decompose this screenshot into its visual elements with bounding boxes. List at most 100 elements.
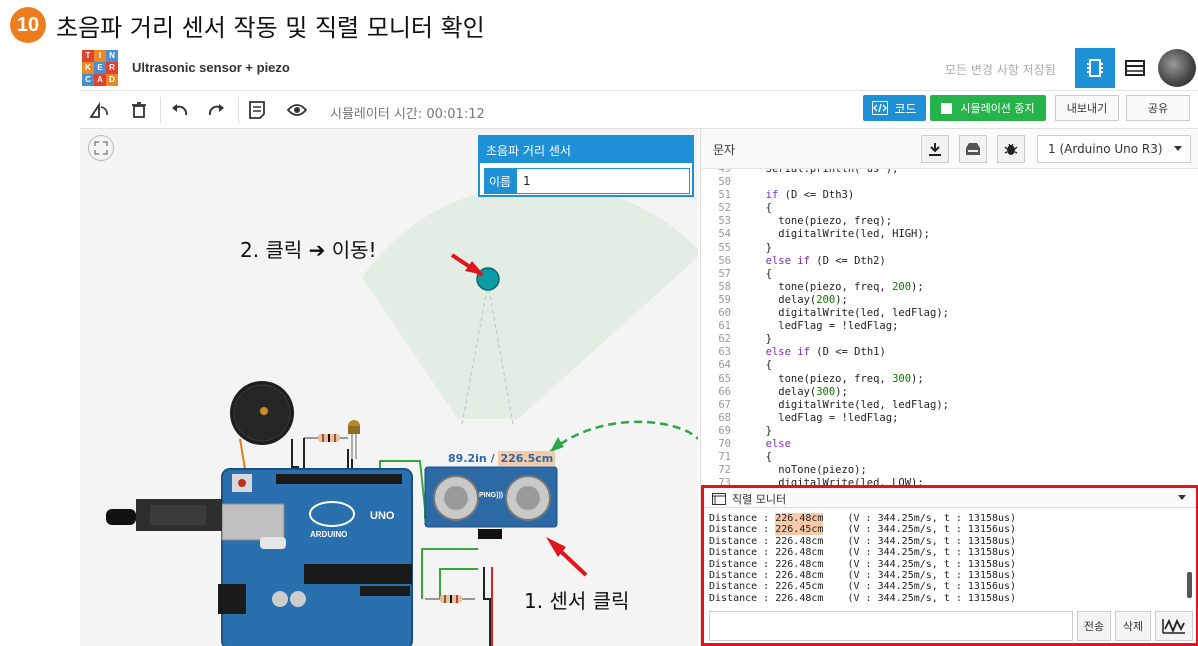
code-mode-label[interactable]: 문자 xyxy=(713,141,735,158)
code-line: 72 noTone(piezo); xyxy=(701,464,949,477)
download-button[interactable] xyxy=(921,135,949,163)
svg-text:UNO: UNO xyxy=(370,510,395,522)
serial-details: (V : 344.25m/s, t : 13158us) xyxy=(823,592,1017,604)
circuit-canvas[interactable]: UNO ARDUINO PING))) 89.2in / 226.5cm 초음파… xyxy=(80,129,698,646)
code-editor[interactable]: 49 Serial.println("us"); 50 51 if (D <= Dt… xyxy=(701,169,1198,485)
code-token: digitalWrite(led, LOW); xyxy=(753,477,924,485)
bug-icon xyxy=(1004,143,1018,155)
code-line: 71 { xyxy=(701,451,949,464)
graph-button[interactable] xyxy=(1155,611,1193,641)
waveform-icon xyxy=(1162,618,1185,634)
name-input[interactable]: 1 xyxy=(516,168,690,194)
code-line: 52 { xyxy=(701,202,949,215)
notes-button[interactable] xyxy=(242,95,272,125)
editor-toolbar: 시뮬레이터 시간: 00:01:12 코드 시뮬레이션 중지 내보내기 공유 xyxy=(80,91,1198,129)
line-number: 51 xyxy=(718,189,731,202)
user-avatar[interactable] xyxy=(1158,49,1196,87)
piezo-buzzer xyxy=(230,381,294,445)
serial-details: (V : 344.25m/s, t : 13158us) xyxy=(823,513,1017,524)
clear-button[interactable]: 삭제 xyxy=(1115,611,1151,641)
code-token: 200 xyxy=(892,280,912,293)
serial-details: (V : 344.25m/s, t : 13156us) xyxy=(823,524,1017,536)
download-icon xyxy=(929,143,941,156)
serial-distance-value: 226.45cm xyxy=(775,524,824,536)
board-select[interactable]: 1 (Arduino Uno R3) xyxy=(1037,135,1191,163)
export-button[interactable]: 내보내기 xyxy=(1055,95,1119,121)
redo-button[interactable] xyxy=(202,95,232,125)
rotate-button[interactable] xyxy=(84,95,114,125)
serial-monitor-title: 직렬 모니터 xyxy=(732,493,787,506)
code-token: else xyxy=(765,437,791,450)
screenshot-root: 10 초음파 거리 센서 작동 및 직렬 모니터 확인 TINKERCAD Ul… xyxy=(0,0,1198,646)
distance-separator: / xyxy=(486,452,499,465)
share-button[interactable]: 공유 xyxy=(1126,95,1190,121)
line-number: 56 xyxy=(718,254,731,267)
circuit-drawing: UNO ARDUINO PING))) xyxy=(106,183,698,646)
visibility-button[interactable] xyxy=(282,95,312,125)
code-token: 300 xyxy=(892,372,912,385)
debugger-button[interactable] xyxy=(997,135,1025,163)
line-number: 62 xyxy=(718,333,731,346)
board-select-value: 1 (Arduino Uno R3) xyxy=(1048,142,1163,156)
code-line: 67 digitalWrite(led, ledFlag); xyxy=(701,399,949,412)
code-token: (D <= Dth2) xyxy=(809,254,886,267)
send-button[interactable]: 전송 xyxy=(1077,611,1111,641)
distance-readout: 89.2in / 226.5cm xyxy=(448,451,556,466)
code-token: } xyxy=(753,424,772,437)
circuit-view-button[interactable] xyxy=(1075,48,1115,88)
logo-letter: K xyxy=(82,62,94,74)
serial-label: Distance : xyxy=(709,570,776,582)
resistor-led xyxy=(304,434,348,442)
code-line: 65 tone(piezo, freq, 300); xyxy=(701,373,949,386)
logo-letter: T xyxy=(82,50,94,62)
redo-icon xyxy=(209,104,224,116)
component-list-button[interactable] xyxy=(1115,48,1155,88)
distance-inches: 89.2in xyxy=(448,452,487,465)
serial-scrollbar[interactable] xyxy=(1187,572,1192,598)
serial-details: (V : 344.25m/s, t : 13158us) xyxy=(823,570,1017,582)
line-number: 69 xyxy=(718,424,731,437)
tinkercad-logo[interactable]: TINKERCAD xyxy=(82,50,118,86)
code-line: 59 delay(200); xyxy=(701,294,949,307)
project-name[interactable]: Ultrasonic sensor + piezo xyxy=(132,60,290,75)
stop-simulation-button[interactable]: 시뮬레이션 중지 xyxy=(930,95,1046,121)
code-token: tone(piezo, freq, xyxy=(753,372,893,385)
libraries-button[interactable] xyxy=(959,135,987,163)
serial-details: (V : 344.25m/s, t : 13158us) xyxy=(823,535,1017,547)
component-properties-panel: 초음파 거리 센서 이름 1 xyxy=(478,135,694,197)
code-token: tone(piezo, freq, xyxy=(753,280,893,293)
line-number: 58 xyxy=(718,280,731,293)
annotation-click-sensor: 1. 센서 클릭 xyxy=(524,589,630,613)
serial-line: Distance : 226.48cm (V : 344.25m/s, t : … xyxy=(709,513,1016,524)
serial-distance-value: 226.48cm xyxy=(775,547,824,559)
code-token: ledFlag = !ledFlag; xyxy=(753,411,899,424)
trash-icon xyxy=(132,102,146,118)
chevron-down-icon[interactable] xyxy=(1178,495,1186,500)
serial-label: Distance : xyxy=(709,558,776,570)
code-token: { xyxy=(753,267,772,280)
undo-button[interactable] xyxy=(164,95,194,125)
step-badge: 10 xyxy=(10,7,46,43)
code-token: tone(piezo, freq); xyxy=(753,215,893,228)
undo-icon xyxy=(172,104,187,116)
serial-input[interactable] xyxy=(709,611,1073,641)
line-number: 54 xyxy=(718,228,731,241)
logo-letter: A xyxy=(94,74,106,86)
line-number: 71 xyxy=(718,451,731,464)
serial-monitor-header[interactable]: 직렬 모니터 xyxy=(704,488,1196,508)
stop-simulation-label: 시뮬레이션 중지 xyxy=(960,102,1035,115)
svg-text:ARDUINO: ARDUINO xyxy=(310,530,347,539)
serial-line: Distance : 226.48cm (V : 344.25m/s, t : … xyxy=(709,593,1016,604)
code-token: (D <= Dth3) xyxy=(778,189,855,202)
ultrasonic-sensor[interactable]: PING))) xyxy=(424,466,558,539)
note-icon xyxy=(249,101,265,119)
line-number: 72 xyxy=(718,464,731,477)
code-line: 66 delay(300); xyxy=(701,386,949,399)
code-button[interactable]: 코드 xyxy=(863,95,926,121)
code-token: digitalWrite(led, ledFlag); xyxy=(753,307,949,320)
code-token: { xyxy=(753,359,772,372)
delete-button[interactable] xyxy=(124,95,154,125)
